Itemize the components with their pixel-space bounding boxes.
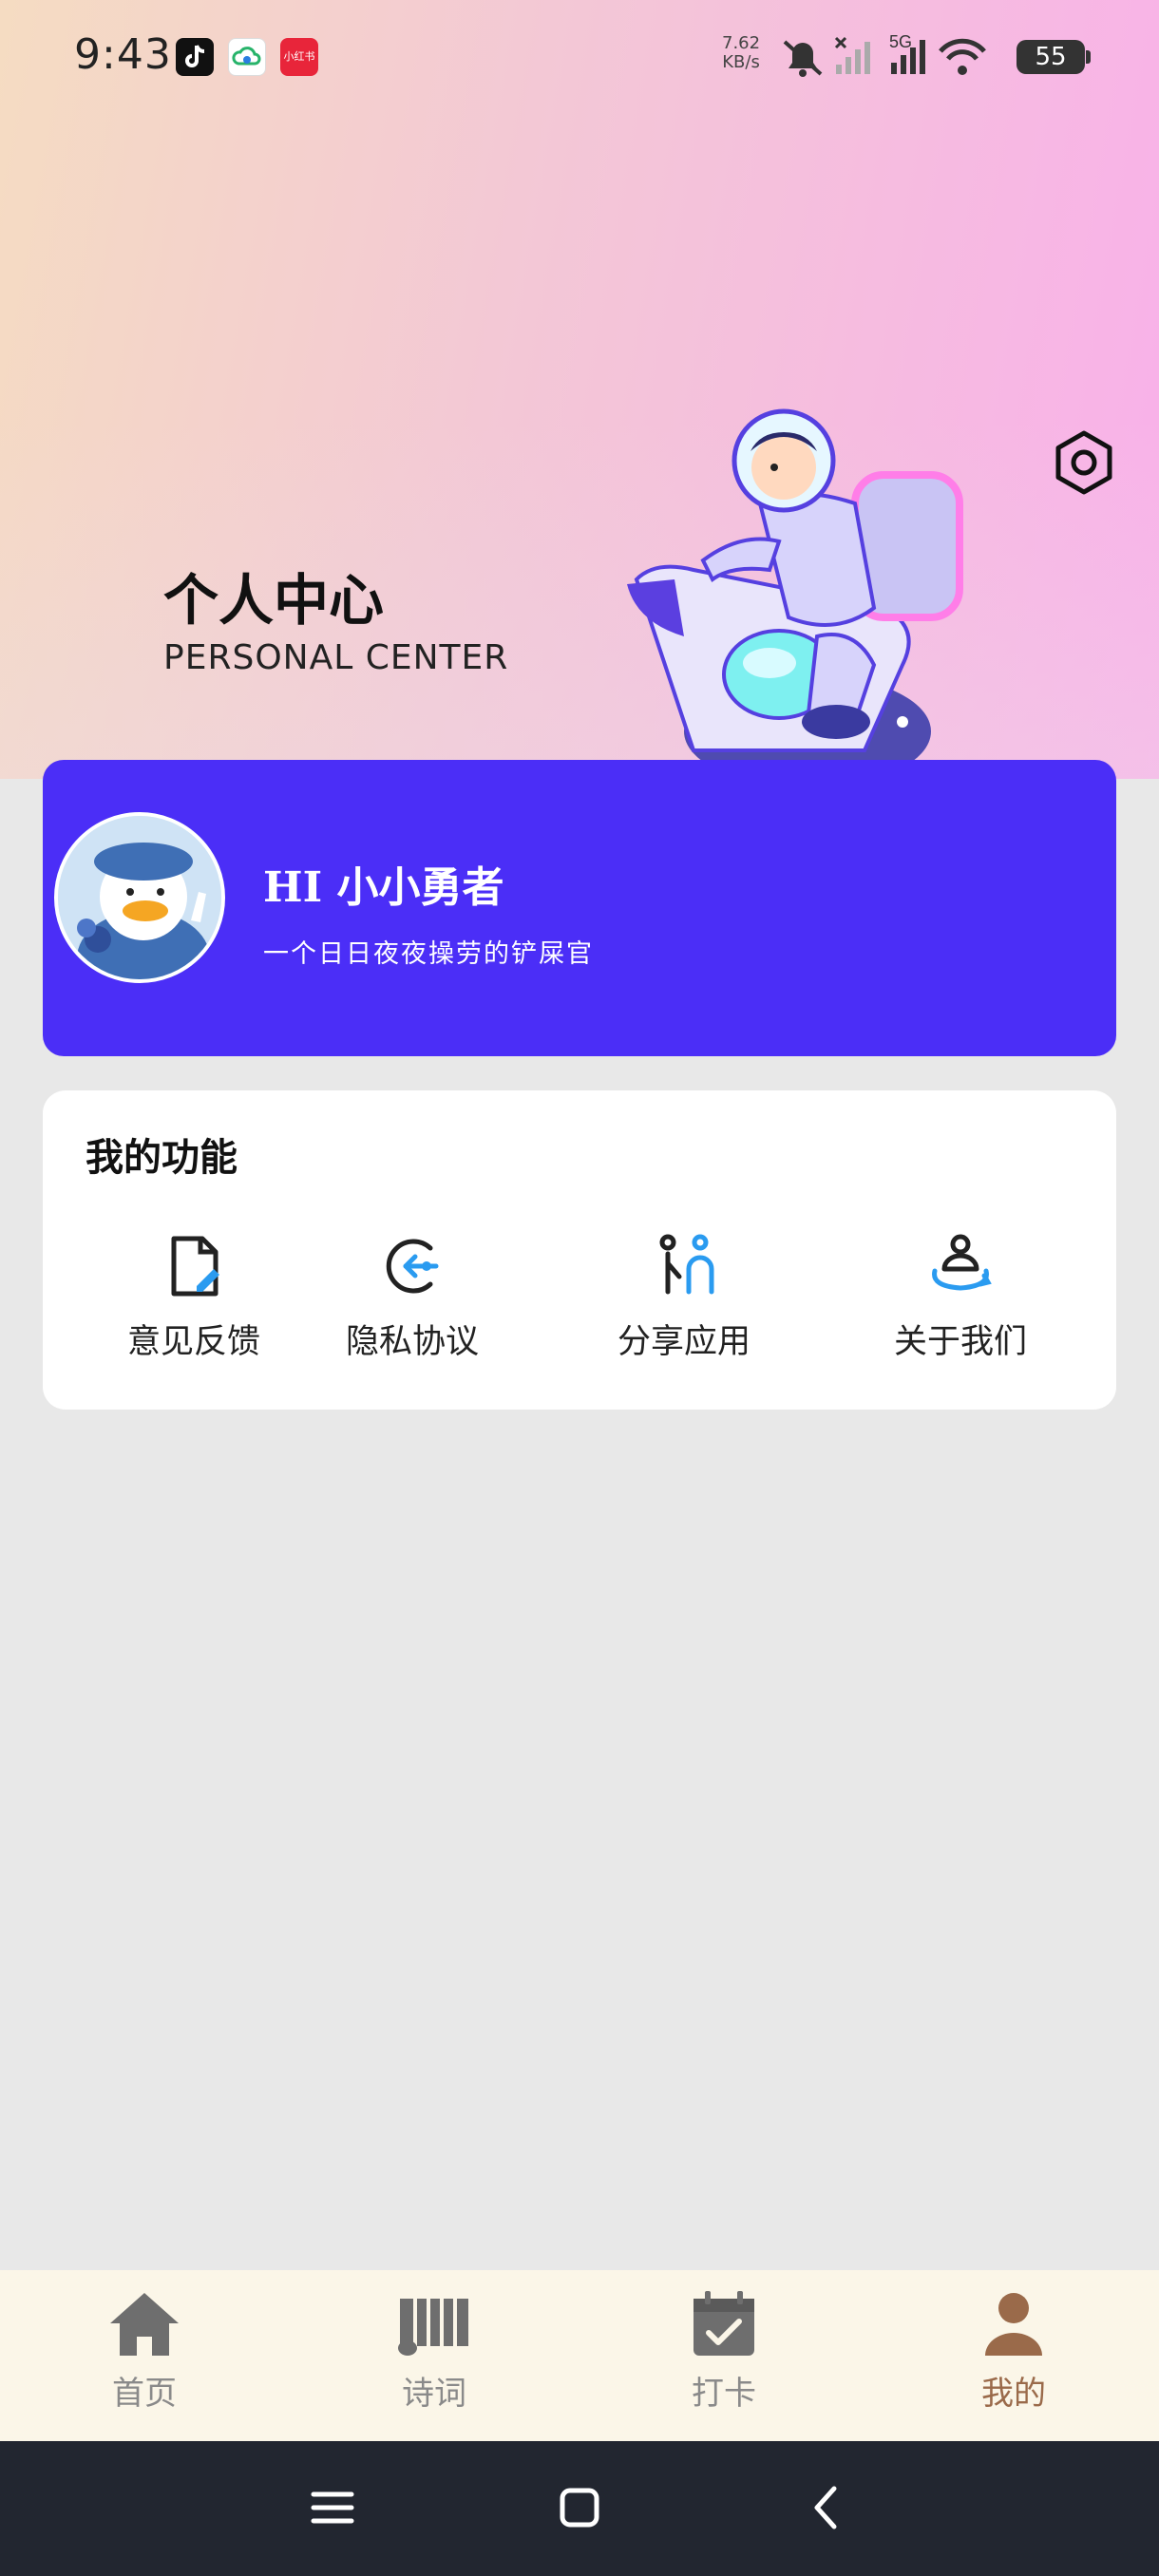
feedback-icon	[171, 1236, 219, 1297]
net-speed-value: 7.62	[722, 33, 761, 53]
tab-poems-label: 诗词	[402, 2375, 466, 2413]
tab-checkin-label: 打卡	[692, 2375, 756, 2413]
share-button[interactable]: 分享应用	[580, 1231, 788, 1364]
share-label: 分享应用	[617, 1323, 750, 1361]
share-icon	[659, 1234, 714, 1295]
douyin-app-icon	[176, 38, 214, 76]
net-speed: 7.62 KB/s	[722, 34, 760, 72]
functions-title: 我的功能	[86, 1135, 238, 1180]
xiaohongshu-label: 小红书	[283, 50, 315, 63]
greeting-text: HI 小小勇者	[263, 863, 504, 912]
page-title: 个人中心	[163, 568, 385, 633]
battery-indicator: 55	[1016, 40, 1091, 74]
system-nav-bar	[0, 2441, 1159, 2576]
xiaohongshu-app-icon: 小红书	[280, 38, 318, 76]
battery-level: 55	[1035, 43, 1067, 71]
feedback-button[interactable]: 意见反馈	[89, 1231, 298, 1364]
about-icon	[932, 1234, 992, 1291]
status-bar: 9:43 小红书 7.62 KB/s 5G 55	[0, 0, 1159, 114]
menu-icon[interactable]	[304, 2479, 361, 2536]
astronaut-illustration	[627, 408, 963, 762]
status-icons: 5G	[783, 32, 986, 77]
network-type-label: 5G	[889, 32, 912, 51]
bottom-tab-bar: 首页 诗词 打卡 我的	[0, 2270, 1159, 2441]
settings-gear-icon[interactable]	[1051, 429, 1117, 496]
profile-card[interactable]: HI 小小勇者 一个日日夜夜操劳的铲屎官	[43, 760, 1116, 1056]
home-square-icon[interactable]	[551, 2479, 608, 2536]
tab-poems[interactable]: 诗词	[339, 2289, 529, 2432]
status-time: 9:43	[74, 30, 172, 79]
feedback-label: 意见反馈	[126, 1323, 260, 1361]
functions-card: 我的功能 意见反馈 隐私协议 分享应用 关于我们	[43, 1090, 1116, 1410]
tab-checkin[interactable]: 打卡	[629, 2289, 819, 2432]
page-subtitle: PERSONAL CENTER	[163, 638, 509, 677]
tab-home-label: 首页	[112, 2375, 177, 2413]
cloud-app-icon	[228, 38, 266, 76]
mute-bell-icon	[783, 40, 823, 77]
scroll-icon	[398, 2299, 468, 2356]
back-arrow-icon[interactable]	[798, 2479, 855, 2536]
avatar[interactable]	[54, 812, 225, 983]
privacy-button[interactable]: 隐私协议	[308, 1231, 517, 1364]
user-motto: 一个日日夜夜操劳的铲屎官	[263, 939, 594, 969]
about-button[interactable]: 关于我们	[856, 1231, 1065, 1364]
home-icon	[110, 2293, 179, 2356]
about-label: 关于我们	[893, 1323, 1027, 1361]
tab-home[interactable]: 首页	[49, 2289, 239, 2432]
calendar-check-icon	[694, 2291, 754, 2356]
net-speed-unit: KB/s	[722, 52, 760, 72]
tab-mine-label: 我的	[981, 2375, 1046, 2413]
privacy-icon	[386, 1239, 439, 1294]
privacy-label: 隐私协议	[345, 1323, 479, 1361]
user-icon	[985, 2293, 1042, 2356]
tab-mine[interactable]: 我的	[919, 2289, 1109, 2432]
wifi-icon	[939, 38, 986, 75]
duck-avatar-image	[58, 816, 221, 979]
signal-empty-icon	[834, 36, 870, 74]
